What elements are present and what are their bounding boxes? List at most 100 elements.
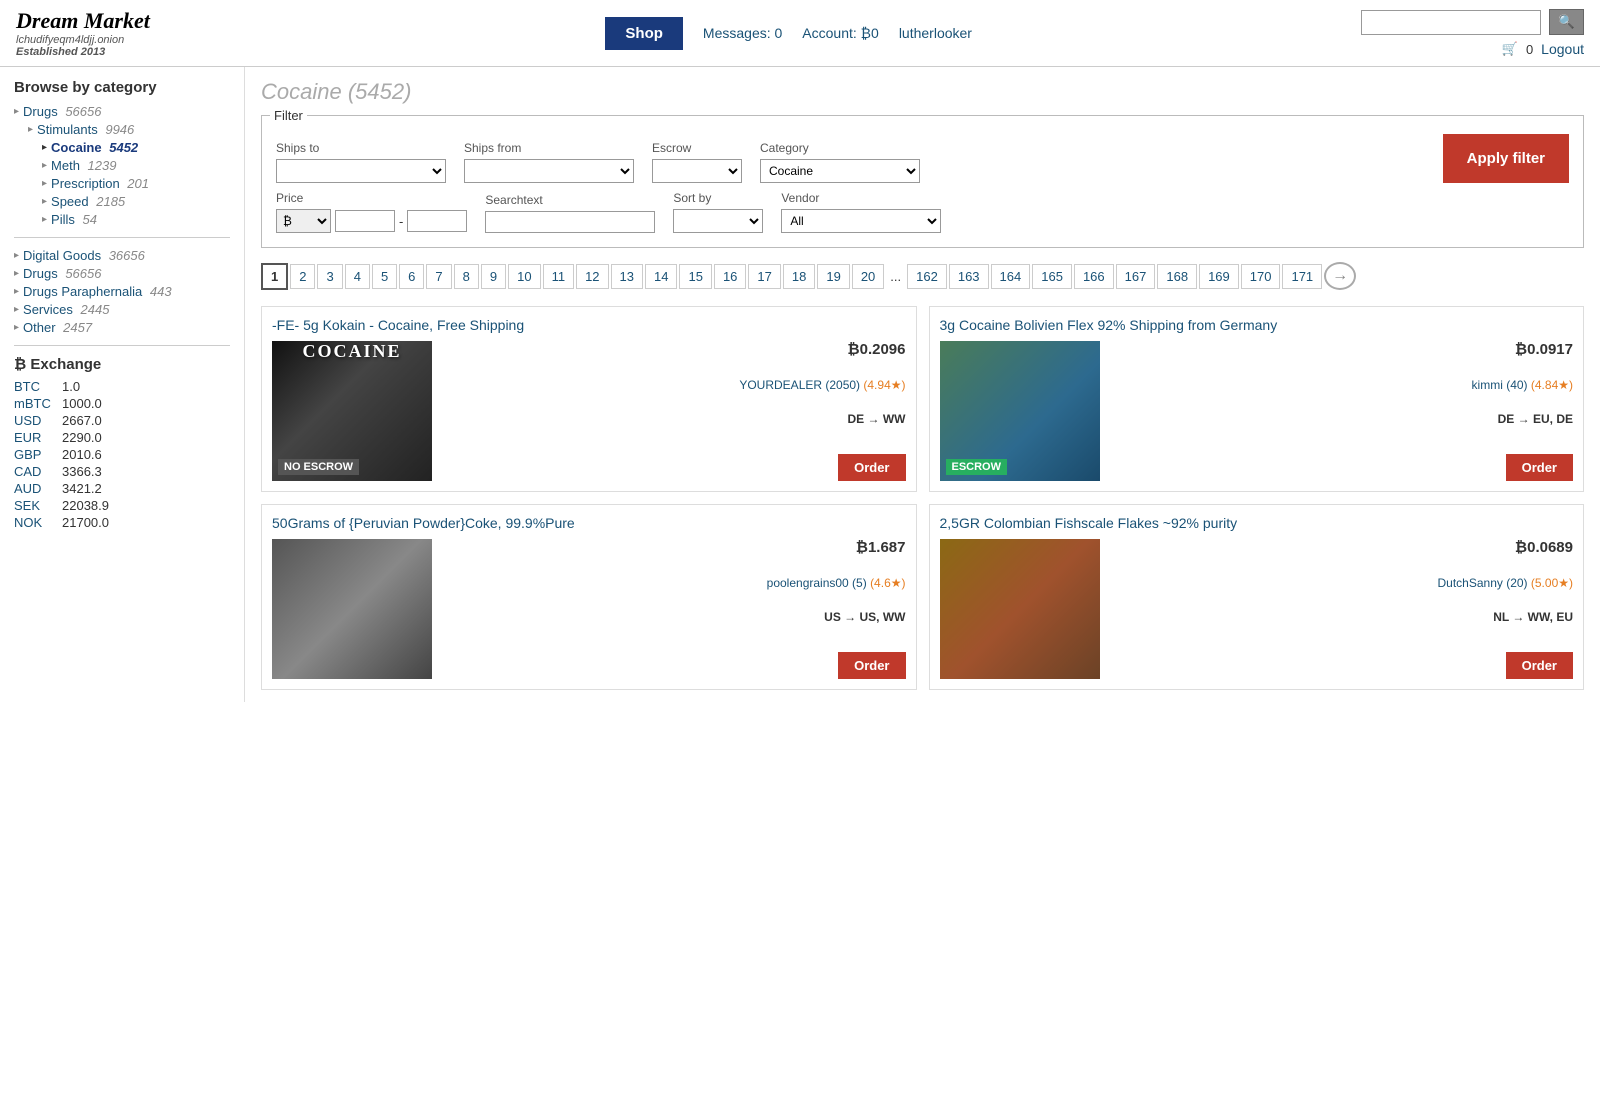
page-num[interactable]: 8	[454, 264, 479, 289]
escrow-select[interactable]	[652, 159, 742, 183]
ships-to-select[interactable]	[276, 159, 446, 183]
page-num[interactable]: 16	[714, 264, 746, 289]
product-title[interactable]: 2,5GR Colombian Fishscale Flakes ~92% pu…	[940, 515, 1574, 531]
pagination-next-button[interactable]: →	[1324, 262, 1356, 290]
sidebar-item-drugs[interactable]: ▸ Drugs 56656	[14, 104, 230, 119]
order-button[interactable]: Order	[1506, 652, 1573, 679]
order-button[interactable]: Order	[1506, 454, 1573, 481]
page-num[interactable]: 20	[852, 264, 884, 289]
page-num[interactable]: 17	[748, 264, 780, 289]
sidebar-link-pills[interactable]: Pills	[51, 212, 75, 227]
page-num[interactable]: 9	[481, 264, 506, 289]
exchange-currency[interactable]: NOK	[14, 515, 54, 530]
page-num[interactable]: 13	[611, 264, 643, 289]
exchange-currency[interactable]: CAD	[14, 464, 54, 479]
ships-from-select[interactable]	[464, 159, 634, 183]
search-input[interactable]	[1361, 10, 1541, 35]
page-num[interactable]: 163	[949, 264, 989, 289]
sidebar-item-drugs-para[interactable]: ▸ Drugs Paraphernalia 443	[14, 284, 230, 299]
page-num[interactable]: 4	[345, 264, 370, 289]
page-num[interactable]: 162	[907, 264, 947, 289]
product-vendor[interactable]: YOURDEALER (2050) (4.94★)	[739, 378, 905, 392]
sidebar-link-digital-goods[interactable]: Digital Goods	[23, 248, 101, 263]
sidebar-link-services[interactable]: Services	[23, 302, 73, 317]
page-num[interactable]: 11	[543, 264, 575, 289]
username-link[interactable]: lutherlooker	[899, 25, 972, 41]
order-button[interactable]: Order	[838, 454, 905, 481]
page-num[interactable]: 164	[991, 264, 1031, 289]
page-num[interactable]: 169	[1199, 264, 1239, 289]
sidebar-link-drugs-para[interactable]: Drugs Paraphernalia	[23, 284, 142, 299]
sidebar-link-prescription[interactable]: Prescription	[51, 176, 120, 191]
sort-by-select[interactable]	[673, 209, 763, 233]
sidebar-item-pills[interactable]: ▸ Pills 54	[14, 212, 230, 227]
exchange-currency[interactable]: SEK	[14, 498, 54, 513]
sidebar-item-other[interactable]: ▸ Other 2457	[14, 320, 230, 335]
sidebar-link-cocaine[interactable]: Cocaine	[51, 140, 102, 155]
page-num[interactable]: 167	[1116, 264, 1156, 289]
sidebar-link-drugs2[interactable]: Drugs	[23, 266, 58, 281]
page-num[interactable]: 12	[576, 264, 608, 289]
price-currency-select[interactable]: ₿	[276, 209, 331, 233]
price-min-input[interactable]	[335, 210, 395, 232]
logout-link[interactable]: Logout	[1541, 41, 1584, 57]
sidebar-link-other[interactable]: Other	[23, 320, 56, 335]
exchange-currency[interactable]: mBTC	[14, 396, 54, 411]
sidebar-item-drugs2[interactable]: ▸ Drugs 56656	[14, 266, 230, 281]
page-num[interactable]: 165	[1032, 264, 1072, 289]
filter-ships-from: Ships from	[464, 141, 634, 183]
account-link[interactable]: Account: ₿0	[802, 25, 879, 41]
page-num[interactable]: 166	[1074, 264, 1114, 289]
sidebar-item-cocaine[interactable]: ▸ Cocaine 5452	[14, 140, 230, 155]
page-num[interactable]: 171	[1282, 264, 1322, 289]
page-num[interactable]: 7	[426, 264, 451, 289]
filter-box: Filter Ships to Ships from Escrow	[261, 115, 1584, 248]
page-num[interactable]: 170	[1241, 264, 1281, 289]
price-label: Price	[276, 191, 467, 205]
page-num[interactable]: 10	[508, 264, 540, 289]
apply-filter-button[interactable]: Apply filter	[1443, 134, 1569, 183]
page-num[interactable]: 3	[317, 264, 342, 289]
sidebar-item-services[interactable]: ▸ Services 2445	[14, 302, 230, 317]
product-title[interactable]: 3g Cocaine Bolivien Flex 92% Shipping fr…	[940, 317, 1574, 333]
sidebar-item-speed[interactable]: ▸ Speed 2185	[14, 194, 230, 209]
sidebar-link-drugs[interactable]: Drugs	[23, 104, 58, 119]
exchange-currency[interactable]: EUR	[14, 430, 54, 445]
page-num[interactable]: 1	[261, 263, 288, 290]
exchange-currency[interactable]: GBP	[14, 447, 54, 462]
category-select[interactable]: Cocaine	[760, 159, 920, 183]
shop-button[interactable]: Shop	[605, 17, 683, 50]
page-num[interactable]: 14	[645, 264, 677, 289]
product-title[interactable]: 50Grams of {Peruvian Powder}Coke, 99.9%P…	[272, 515, 906, 531]
product-price: ₿0.0689	[1515, 539, 1573, 556]
order-button[interactable]: Order	[838, 652, 905, 679]
vendor-select[interactable]: All	[781, 209, 941, 233]
sidebar-item-digital-goods[interactable]: ▸ Digital Goods 36656	[14, 248, 230, 263]
sidebar-item-meth[interactable]: ▸ Meth 1239	[14, 158, 230, 173]
searchtext-input[interactable]	[485, 211, 655, 233]
exchange-currency[interactable]: USD	[14, 413, 54, 428]
page-num[interactable]: 19	[817, 264, 849, 289]
page-num[interactable]: 2	[290, 264, 315, 289]
product-vendor[interactable]: kimmi (40) (4.84★)	[1472, 378, 1573, 392]
sidebar-link-meth[interactable]: Meth	[51, 158, 80, 173]
product-vendor[interactable]: DutchSanny (20) (5.00★)	[1438, 576, 1574, 590]
search-button[interactable]: 🔍	[1549, 9, 1584, 35]
exchange-currency[interactable]: BTC	[14, 379, 54, 394]
product-vendor[interactable]: poolengrains00 (5) (4.6★)	[767, 576, 906, 590]
product-title[interactable]: -FE- 5g Kokain - Cocaine, Free Shipping	[272, 317, 906, 333]
price-max-input[interactable]	[407, 210, 467, 232]
page-num[interactable]: 15	[679, 264, 711, 289]
arrow-icon: ▸	[42, 160, 47, 171]
sidebar-item-stimulants[interactable]: ▸ Stimulants 9946	[14, 122, 230, 137]
page-num[interactable]: 6	[399, 264, 424, 289]
page-num[interactable]: 168	[1157, 264, 1197, 289]
exchange-currency[interactable]: AUD	[14, 481, 54, 496]
cart-logout-row: 🛒 0 Logout	[1502, 41, 1584, 57]
messages-link[interactable]: Messages: 0	[703, 25, 782, 41]
sidebar-item-prescription[interactable]: ▸ Prescription 201	[14, 176, 230, 191]
sidebar-link-stimulants[interactable]: Stimulants	[37, 122, 98, 137]
page-num[interactable]: 5	[372, 264, 397, 289]
page-num[interactable]: 18	[783, 264, 815, 289]
sidebar-link-speed[interactable]: Speed	[51, 194, 89, 209]
